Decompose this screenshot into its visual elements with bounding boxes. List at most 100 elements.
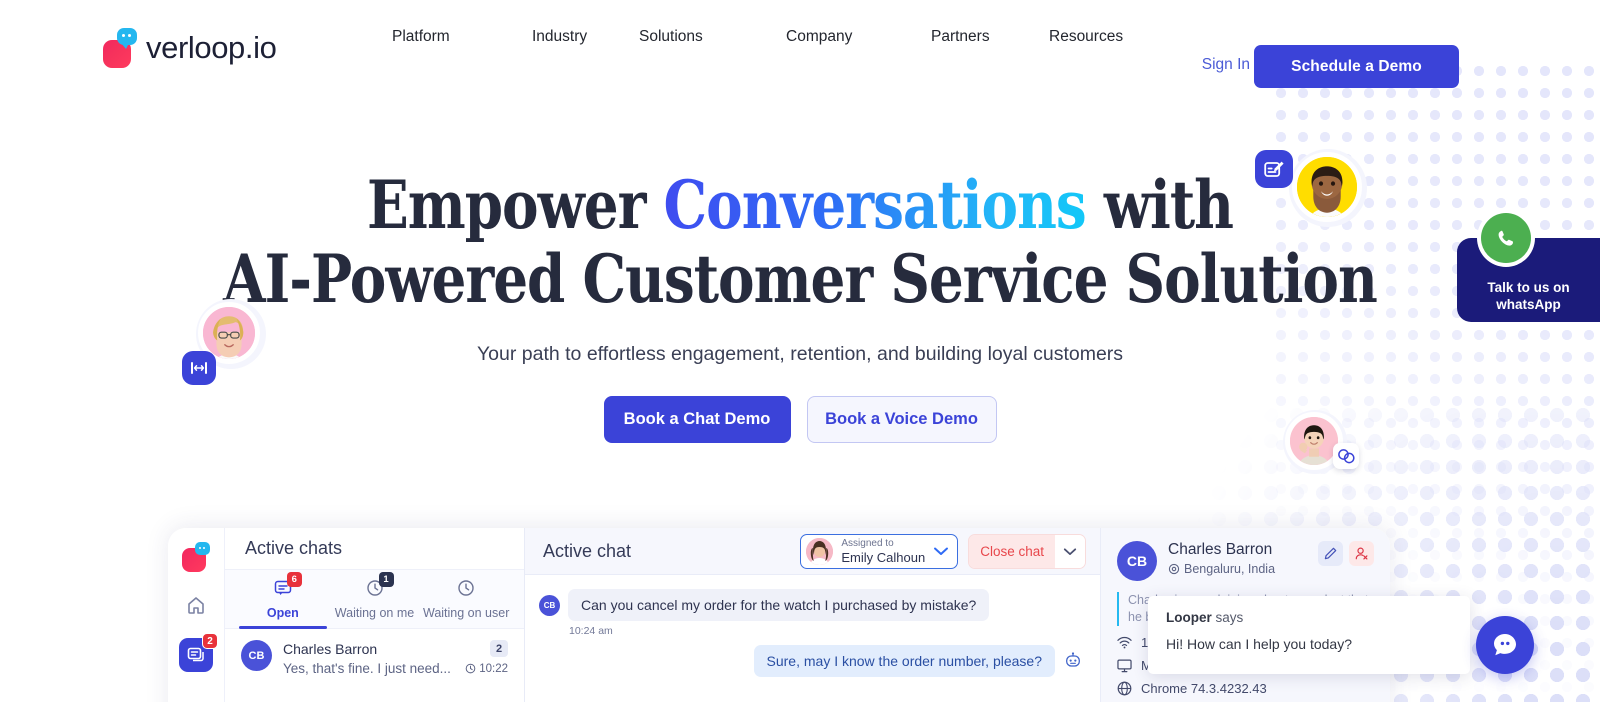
globe-icon	[1117, 681, 1132, 696]
message-timestamp: 10:24 am	[569, 625, 613, 637]
floating-avatar-top-right	[1255, 145, 1385, 245]
list-item-top: Charles Barron 2	[283, 640, 508, 657]
floating-avatar-mid-right	[1283, 410, 1363, 480]
chats-icon	[187, 647, 204, 661]
close-chat-dropdown-toggle[interactable]	[1055, 534, 1085, 568]
person-photo-agent	[1297, 157, 1357, 217]
chat-bubble-icon	[1494, 634, 1516, 656]
widget-popup-message: Hi! How can I help you today?	[1166, 636, 1352, 652]
chevron-down-icon	[1063, 547, 1077, 555]
conversation-panel: Active chat Assigned to Emily Calhoun Cl…	[525, 528, 1100, 702]
avatar: CB	[1117, 541, 1157, 581]
conversation-header: Active chat Assigned to Emily Calhoun Cl…	[525, 528, 1100, 575]
nav-item-company[interactable]: Company	[786, 28, 931, 46]
close-chat-label: Close chat	[969, 534, 1055, 568]
message-list: CB Can you cancel my order for the watch…	[525, 575, 1100, 702]
main-navigation: Platform Industry Solutions Company Part…	[392, 28, 1139, 46]
list-item-name: Charles Barron	[283, 640, 378, 657]
sidebar-item-home[interactable]	[179, 588, 213, 622]
floating-avatar-left	[182, 295, 302, 405]
monitor-icon	[1117, 659, 1132, 672]
app-logo-icon	[182, 542, 210, 572]
chat-filter-tabs: 6 Open 1 Waiting on me Waiting on user	[225, 570, 524, 629]
whatsapp-line-1: Talk to us on	[1487, 280, 1570, 295]
app-logo-bubble	[195, 542, 210, 555]
open-tab-badge: 6	[286, 572, 302, 587]
open-tab-icon-wrap: 6	[274, 572, 302, 602]
page-root: verloop.io Platform Industry Solutions C…	[0, 0, 1600, 702]
whatsapp-phone-glyph	[1498, 230, 1513, 246]
whatsapp-icon-wrap	[1477, 209, 1535, 267]
wifi-icon	[1117, 636, 1132, 649]
tab-open[interactable]: 6 Open	[237, 570, 329, 629]
home-icon	[188, 597, 204, 614]
active-chats-title: Active chats	[225, 528, 524, 570]
waiting-on-me-icon-wrap: 1	[366, 572, 394, 602]
person-photo-blonde	[203, 307, 255, 359]
whatsapp-label: Talk to us on whatsApp	[1487, 279, 1569, 313]
profile-actions	[1318, 541, 1374, 566]
clock-icon	[465, 663, 476, 674]
chat-widget-popup[interactable]: Looper says Hi! How can I help you today…	[1148, 596, 1470, 674]
chat-launcher-button[interactable]	[1476, 616, 1534, 674]
assigned-to-dropdown[interactable]: Assigned to Emily Calhoun	[800, 533, 959, 569]
edit-profile-button[interactable]	[1318, 541, 1343, 566]
sidebar-item-chats[interactable]: 2	[179, 633, 218, 672]
assignee-photo	[806, 537, 834, 565]
headline-part-2: with	[1085, 166, 1234, 244]
list-item-bottom: Yes, that's fine. I just need... 10:22	[283, 661, 508, 676]
site-header: verloop.io Platform Industry Solutions C…	[0, 0, 1600, 100]
message-bubble: Sure, may I know the order number, pleas…	[753, 645, 1055, 677]
close-chat-button[interactable]: Close chat	[968, 533, 1086, 569]
assignee-name: Emily Calhoun	[841, 550, 926, 565]
nav-item-platform[interactable]: Platform	[392, 28, 532, 46]
book-voice-demo-button[interactable]: Book a Voice Demo	[806, 396, 997, 443]
assignee-avatar	[806, 537, 834, 565]
whatsapp-icon	[1481, 213, 1531, 263]
message-bubble: Can you cancel my order for the watch I …	[568, 589, 990, 621]
conversation-title: Active chat	[543, 540, 632, 561]
nav-item-solutions[interactable]: Solutions	[639, 28, 786, 46]
book-chat-demo-button[interactable]: Book a Chat Demo	[603, 396, 791, 443]
schedule-demo-button[interactable]: Schedule a Demo	[1254, 45, 1459, 88]
tab-waiting-on-me[interactable]: 1 Waiting on me	[329, 570, 421, 628]
logo[interactable]: verloop.io	[103, 28, 277, 68]
widget-popup-header: Looper says	[1166, 610, 1452, 625]
unread-count-badge: 2	[490, 640, 508, 657]
list-item-preview: Yes, that's fine. I just need...	[283, 661, 451, 676]
assignee-text: Assigned to Emily Calhoun	[841, 538, 925, 564]
list-item[interactable]: CB Charles Barron 2 Yes, that's fine. I …	[225, 629, 524, 676]
resize-icon-badge	[182, 351, 216, 385]
tab-open-label: Open	[266, 606, 299, 620]
list-item-body: Charles Barron 2 Yes, that's fine. I jus…	[283, 640, 508, 676]
location-pin-icon	[1168, 563, 1180, 575]
edit-form-icon	[1263, 161, 1284, 177]
detail-value-browser: Chrome 74.3.4232.43	[1141, 681, 1267, 696]
widget-says-label: says	[1215, 610, 1244, 625]
tab-waiting-on-user[interactable]: Waiting on user	[420, 570, 512, 628]
list-item-time-text: 10:22	[479, 662, 508, 675]
nav-item-partners[interactable]: Partners	[931, 28, 1049, 46]
pencil-icon	[1324, 547, 1337, 560]
active-chats-panel: Active chats 6 Open 1 Waiting on me Wait…	[225, 528, 525, 702]
tab-waiting-on-me-label: Waiting on me	[334, 606, 415, 620]
chat-bubbles-icon-badge	[1333, 443, 1359, 469]
profile-name: Charles Barron	[1168, 541, 1273, 558]
form-edit-icon-badge	[1255, 150, 1293, 188]
logo-text: verloop.io	[146, 30, 277, 65]
clock-icon	[458, 580, 474, 596]
person-photo-man	[1290, 417, 1338, 465]
headline-line-2: AI-Powered Customer Service Solution	[223, 240, 1378, 318]
nav-item-resources[interactable]: Resources	[1049, 28, 1139, 46]
whatsapp-line-2: whatsApp	[1496, 297, 1561, 312]
nav-item-industry[interactable]: Industry	[532, 28, 639, 46]
assigned-to-label: Assigned to	[841, 538, 894, 549]
sign-in-link[interactable]: Sign In	[1202, 56, 1250, 74]
profile-location-text: Bengaluru, India	[1184, 562, 1276, 576]
whatsapp-cta-widget[interactable]: Talk to us on whatsApp	[1457, 209, 1600, 322]
verloop-logo-icon	[103, 28, 137, 68]
block-user-button[interactable]	[1349, 541, 1374, 566]
headline-part-1: Empower	[367, 166, 664, 244]
avatar	[1292, 152, 1362, 222]
profile-identity: Charles Barron Bengaluru, India	[1168, 541, 1275, 576]
